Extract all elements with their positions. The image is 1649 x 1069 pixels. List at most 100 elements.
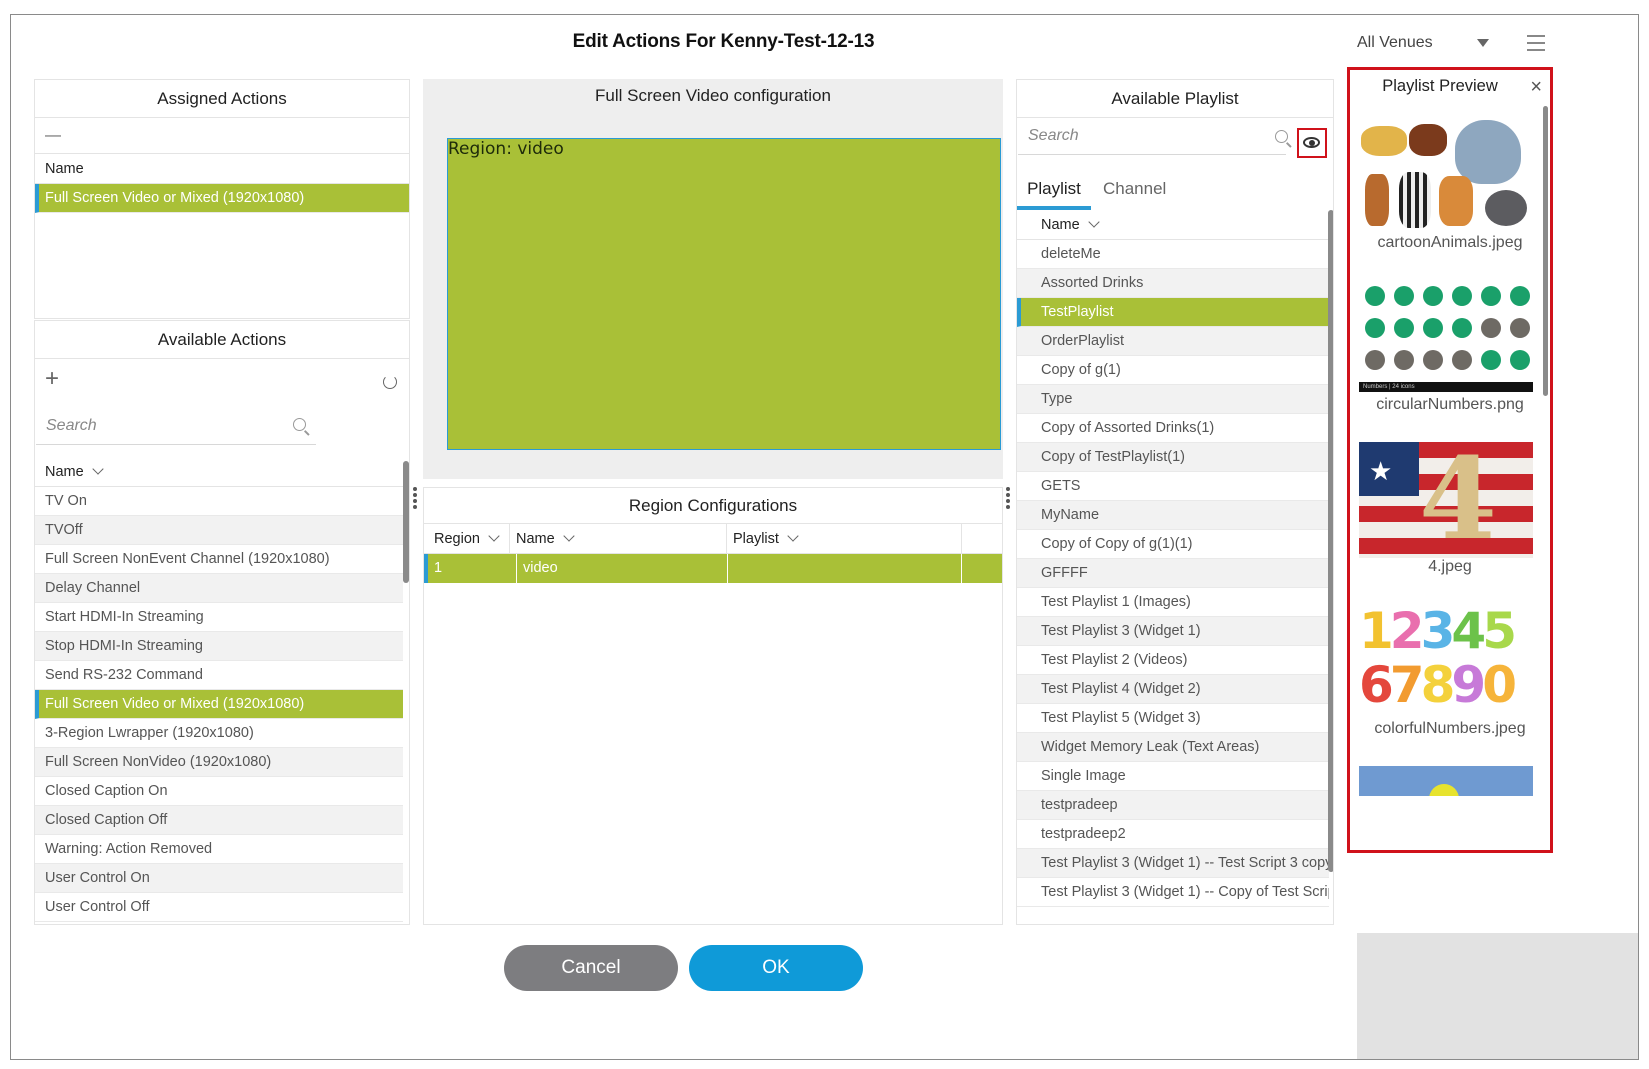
number-circle-icon [1481, 350, 1501, 370]
preview-caption: cartoonAnimals.jpeg [1377, 234, 1523, 251]
action-list-item[interactable]: Full Screen NonVideo (1920x1080) [35, 748, 403, 777]
numbers-footer: Numbers | 24 icons [1359, 382, 1533, 392]
cheetah-icon [1361, 126, 1407, 156]
action-list-item[interactable]: Warning: Action Removed [35, 835, 403, 864]
playlist-list-item[interactable]: Assorted Drinks [1017, 269, 1329, 298]
action-list-item[interactable]: Full Screen Video or Mixed (1920x1080) [35, 690, 403, 719]
preview-toggle-button[interactable] [1297, 128, 1327, 158]
available-playlist-header: Available Playlist [1017, 80, 1333, 118]
region-row[interactable]: 1 video [424, 554, 1002, 583]
hamburger-menu-icon[interactable] [1527, 35, 1545, 51]
region-table-header: Region Name Playlist [424, 524, 1002, 554]
sort-chevron-icon [787, 530, 799, 542]
tab-channel[interactable]: Channel [1103, 172, 1166, 206]
number-four-icon: 4 [1419, 442, 1497, 558]
playlist-col-name[interactable]: Name [1017, 210, 1329, 240]
playlist-list-item[interactable]: GETS [1017, 472, 1329, 501]
col-name[interactable]: Name [510, 524, 727, 554]
assigned-actions-header: Assigned Actions [35, 80, 409, 118]
playlist-list-item[interactable]: Test Playlist 2 (Videos) [1017, 646, 1329, 675]
elephant-icon [1455, 120, 1521, 184]
assigned-col-name[interactable]: Name [35, 154, 409, 184]
close-icon[interactable]: × [1530, 76, 1542, 99]
number-circle-icon [1394, 350, 1414, 370]
playlist-list-item[interactable]: Test Playlist 3 (Widget 1) -- Test Scrip… [1017, 849, 1329, 878]
number-circle-icon [1394, 286, 1414, 306]
number-circle-icon [1452, 286, 1472, 306]
remove-action-button[interactable]: — [45, 127, 61, 144]
actions-col-name-label: Name [45, 464, 84, 480]
add-action-button[interactable]: + [45, 365, 59, 393]
col-region[interactable]: Region [424, 524, 510, 554]
preview-thumb-numbers[interactable]: Numbers | 24 icons [1359, 280, 1533, 392]
digits-row-bottom: 67890 [1359, 656, 1517, 714]
playlist-list-item[interactable]: Test Playlist 4 (Widget 2) [1017, 675, 1329, 704]
available-actions-panel: Available Actions + Search Name TV On TVO… [34, 320, 410, 925]
side-gray-strip [1357, 933, 1638, 1059]
splitter-left-icon[interactable] [413, 485, 419, 511]
preview-thumb-animals[interactable] [1359, 118, 1533, 234]
playlist-list-item[interactable]: OrderPlaylist [1017, 327, 1329, 356]
venue-select[interactable]: All Venues [1357, 27, 1497, 59]
playlist-list-item[interactable]: testpradeep [1017, 791, 1329, 820]
preview-caption: colorfulNumbers.jpeg [1374, 720, 1526, 737]
sort-chevron-icon [1088, 216, 1100, 228]
playlist-list-item[interactable]: testpradeep2 [1017, 820, 1329, 849]
action-list-item[interactable]: TVOff [35, 516, 403, 545]
refresh-icon[interactable] [383, 375, 397, 389]
action-list-item[interactable]: Closed Caption Off [35, 806, 403, 835]
seal-icon [1485, 190, 1527, 226]
number-circle-icon [1365, 350, 1385, 370]
digits-row-top: 12345 [1359, 602, 1517, 660]
action-list-item[interactable]: Closed Caption On [35, 777, 403, 806]
playlist-list-item[interactable]: Copy of g(1) [1017, 356, 1329, 385]
playlist-list-item[interactable]: Test Playlist 3 (Widget 1) -- Copy of Te… [1017, 878, 1329, 907]
playlist-list-item[interactable]: TestPlaylist [1017, 298, 1329, 327]
playlist-list-item[interactable]: Type [1017, 385, 1329, 414]
zebra-icon [1399, 172, 1431, 228]
playlist-list-item[interactable]: MyName [1017, 501, 1329, 530]
cancel-button[interactable]: Cancel [504, 945, 678, 991]
action-list-item[interactable]: TV On [35, 487, 403, 516]
tab-playlist[interactable]: Playlist [1017, 172, 1091, 210]
assigned-actions-panel: Assigned Actions — Name Full Screen Vide… [34, 79, 410, 319]
number-circle-icon [1423, 318, 1443, 338]
playlist-list-item[interactable]: Test Playlist 5 (Widget 3) [1017, 704, 1329, 733]
action-list-item[interactable]: Full Screen NonEvent Channel (1920x1080) [35, 545, 403, 574]
assigned-row[interactable]: Full Screen Video or Mixed (1920x1080) [35, 184, 409, 213]
action-list-item[interactable]: Send RS-232 Command [35, 661, 403, 690]
action-list-item[interactable]: User Control On [35, 864, 403, 893]
preview-thumb-colorful[interactable]: 12345 67890 [1359, 604, 1533, 720]
actions-col-name[interactable]: Name [35, 457, 403, 487]
action-list-item[interactable]: Delay Channel [35, 574, 403, 603]
preview-thumb-partial[interactable] [1359, 766, 1533, 796]
playlist-tabs: Playlist Channel [1017, 172, 1333, 210]
col-playlist[interactable]: Playlist [727, 524, 962, 554]
playlist-list-item[interactable]: Test Playlist 3 (Widget 1) [1017, 617, 1329, 646]
playlist-list-item[interactable]: Widget Memory Leak (Text Areas) [1017, 733, 1329, 762]
actions-search-input[interactable]: Search [36, 407, 316, 445]
preview-thumb-four[interactable]: ★ 4 [1359, 442, 1533, 558]
ok-button[interactable]: OK [689, 945, 863, 991]
number-circle-icon [1510, 318, 1530, 338]
actions-list: TV On TVOff Full Screen NonEvent Channel (… [35, 487, 403, 922]
playlist-list-item[interactable]: Copy of Copy of g(1)(1) [1017, 530, 1329, 559]
deer-icon [1365, 174, 1389, 226]
splitter-right-icon[interactable] [1006, 485, 1012, 511]
action-list-item[interactable]: 3-Region Lwrapper (1920x1080) [35, 719, 403, 748]
playlist-list-item[interactable]: Test Playlist 1 (Images) [1017, 588, 1329, 617]
playlist-list-item[interactable]: Copy of Assorted Drinks(1) [1017, 414, 1329, 443]
region-video-box[interactable]: Region: video [447, 138, 1001, 450]
playlist-scrollbar[interactable] [1328, 210, 1333, 872]
playlist-search-input[interactable]: Search [1018, 117, 1286, 155]
playlist-list-item[interactable]: Single Image [1017, 762, 1329, 791]
action-list-item[interactable]: Start HDMI-In Streaming [35, 603, 403, 632]
action-list-item[interactable]: Stop HDMI-In Streaming [35, 632, 403, 661]
playlist-list-item[interactable]: deleteMe [1017, 240, 1329, 269]
playlist-list-item[interactable]: Copy of TestPlaylist(1) [1017, 443, 1329, 472]
playlist-list-item[interactable]: GFFFF [1017, 559, 1329, 588]
dialog-title: Edit Actions For Kenny-Test-12-13 [572, 31, 875, 52]
action-list-item[interactable]: User Control Off [35, 893, 403, 922]
number-circle-icon [1365, 318, 1385, 338]
actions-scrollbar[interactable] [403, 461, 409, 583]
